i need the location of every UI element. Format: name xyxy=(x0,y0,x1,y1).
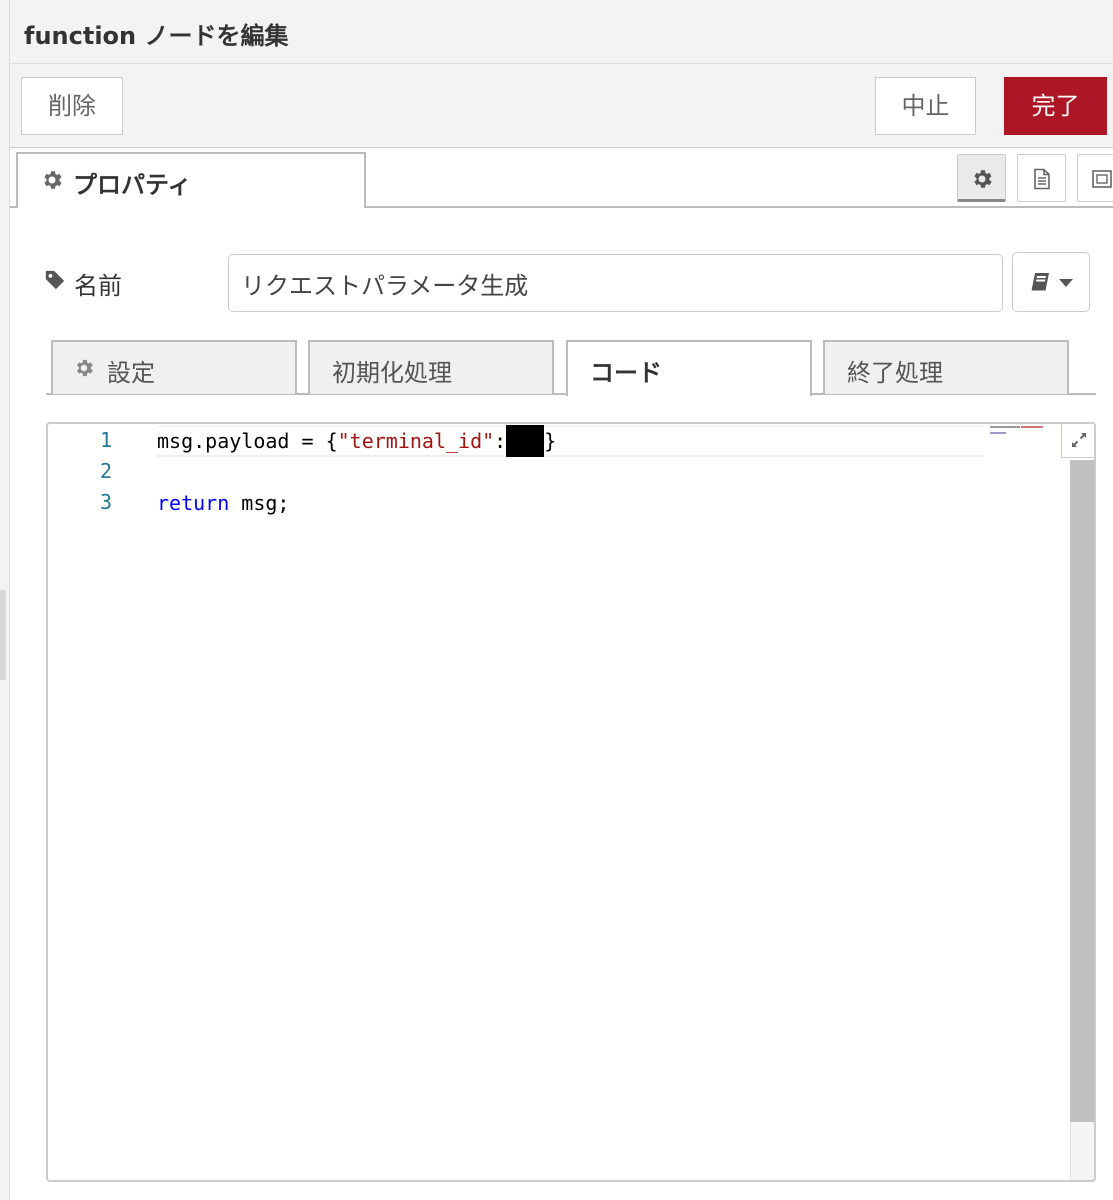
line-number-gutter: 1 2 3 xyxy=(48,424,128,1180)
subtab-code[interactable]: コード xyxy=(566,340,812,396)
delete-button[interactable]: 削除 xyxy=(21,77,123,135)
name-row: 名前 xyxy=(10,252,1113,314)
code-token: msg.payload = { xyxy=(157,429,338,453)
subtab-initialize[interactable]: 初期化処理 xyxy=(308,340,554,394)
subtab-finalize-label: 終了処理 xyxy=(847,359,943,387)
tray-tabbar: プロパティ xyxy=(10,148,1113,208)
appearance-tab-button[interactable] xyxy=(1077,154,1113,202)
function-subtabs: 設定 初期化処理 コード 終了処理 xyxy=(10,338,1113,396)
line-number: 3 xyxy=(99,490,112,514)
tab-properties[interactable]: プロパティ xyxy=(16,152,366,208)
subtab-code-label: コード xyxy=(590,359,662,387)
code-line: msg.payload = {"terminal_id":} xyxy=(157,424,557,457)
code-token: } xyxy=(544,429,557,453)
resize-handle[interactable] xyxy=(0,590,6,680)
tab-properties-label: プロパティ xyxy=(73,171,192,199)
file-text-icon xyxy=(1034,168,1050,190)
tray-header: function ノードを編集 xyxy=(10,0,1113,64)
tray-title: function ノードを編集 xyxy=(24,22,289,50)
done-button[interactable]: 完了 xyxy=(1004,77,1107,135)
name-input[interactable] xyxy=(228,254,1003,312)
minimap-line xyxy=(1021,426,1043,428)
expand-editor-button[interactable] xyxy=(1061,424,1094,458)
line-number: 2 xyxy=(99,459,112,483)
subtab-settings[interactable]: 設定 xyxy=(51,340,297,394)
subtab-initialize-label: 初期化処理 xyxy=(332,359,452,387)
library-menu-button[interactable] xyxy=(1012,252,1090,312)
subtab-finalize[interactable]: 終了処理 xyxy=(823,340,1069,394)
editor-minimap[interactable] xyxy=(988,424,1068,438)
chevron-down-icon xyxy=(1059,279,1073,287)
gear-icon xyxy=(77,359,93,377)
settings-tab-button[interactable] xyxy=(957,154,1006,202)
cancel-button[interactable]: 中止 xyxy=(875,77,976,135)
code-line: return msg; xyxy=(157,488,289,518)
minimap-line xyxy=(990,432,1006,434)
editor-scrollbar-thumb[interactable] xyxy=(1070,460,1094,1122)
code-keyword-token: return xyxy=(157,491,230,515)
gear-icon xyxy=(974,170,992,188)
name-label-text: 名前 xyxy=(74,272,122,300)
book-icon xyxy=(1031,273,1049,291)
subtab-settings-label: 設定 xyxy=(107,359,155,387)
expand-icon xyxy=(1072,433,1086,447)
minimap-line xyxy=(990,426,1020,428)
line-number: 1 xyxy=(99,428,112,452)
code-editor[interactable]: 1 2 3 msg.payload = {"terminal_id":} ret… xyxy=(46,422,1096,1182)
code-token: : xyxy=(494,429,507,453)
tray-content: 名前 設定 初期化処理 コード 終了処理 xyxy=(10,208,1113,1200)
code-token: msg; xyxy=(229,491,290,515)
layout-icon xyxy=(1092,170,1112,188)
tray-toolbar: 削除 中止 完了 xyxy=(10,64,1113,148)
gear-icon xyxy=(44,171,62,189)
description-tab-button[interactable] xyxy=(1017,154,1066,202)
redaction-block xyxy=(506,424,545,457)
code-string-token: "terminal_id" xyxy=(337,429,495,453)
tag-icon xyxy=(45,270,65,290)
